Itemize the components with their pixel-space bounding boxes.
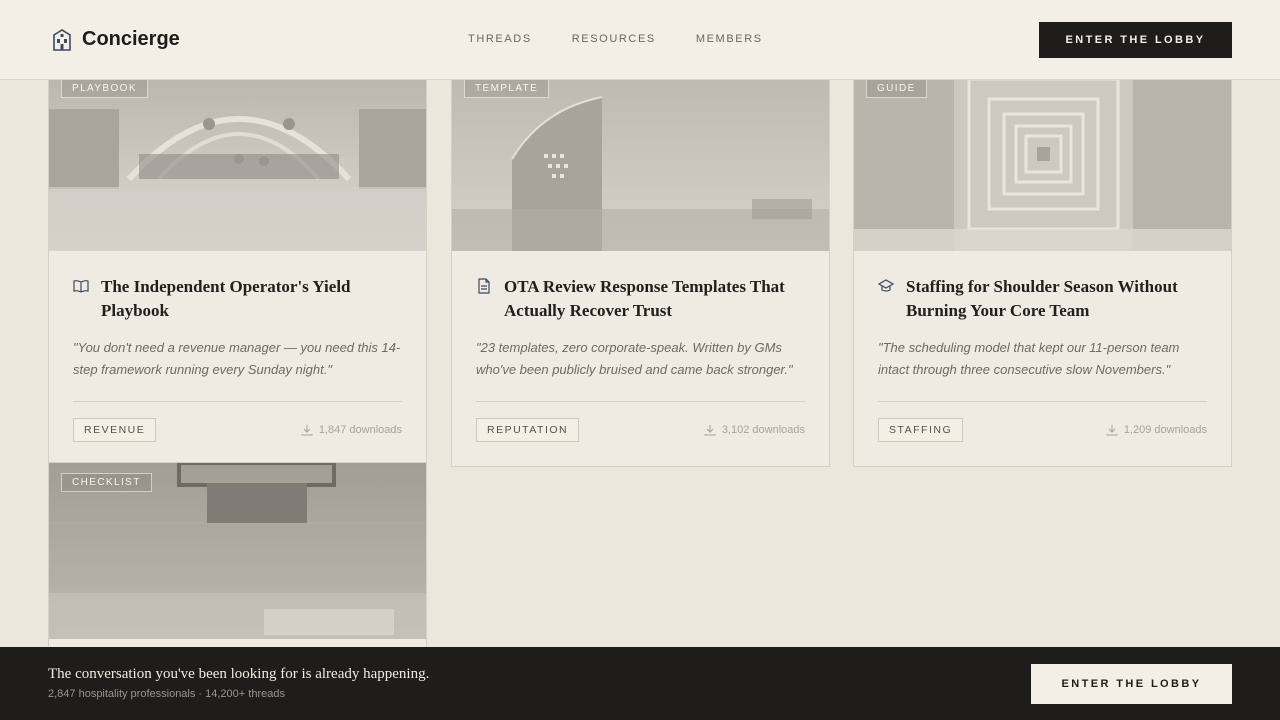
bottom-cta-bar: The conversation you've been looking for… bbox=[0, 647, 1280, 720]
category-pill[interactable]: STAFFING bbox=[878, 418, 964, 442]
cta-headline: The conversation you've been looking for… bbox=[48, 666, 430, 682]
download-count-label: 1,209 downloads bbox=[1123, 424, 1207, 436]
card-image-lobby: PLAYBOOK bbox=[49, 69, 426, 251]
category-pill[interactable]: REVENUE bbox=[73, 418, 157, 442]
graduation-cap-icon bbox=[878, 279, 894, 292]
site-header: Concierge THREADS RESOURCES MEMBERS ENTE… bbox=[0, 0, 1280, 80]
card-image-building: TEMPLATE bbox=[452, 69, 829, 251]
cta-stats: 2,847 hospitality professionals · 14,200… bbox=[48, 688, 285, 700]
resource-card[interactable]: TEMPLATE OTA Review Response Templates T… bbox=[451, 68, 830, 467]
card-image-hallway: GUIDE bbox=[854, 69, 1231, 251]
download-count-label: 1,847 downloads bbox=[318, 424, 402, 436]
card-quote: "The scheduling model that kept our 11-p… bbox=[878, 340, 1180, 377]
download-count: 1,209 downloads bbox=[1106, 424, 1207, 436]
card-title[interactable]: Staffing for Shoulder Season Without Bur… bbox=[906, 275, 1207, 323]
document-icon bbox=[478, 278, 490, 294]
resource-card[interactable]: GUIDE Staffing for Shoulder Season Witho… bbox=[853, 68, 1232, 467]
resource-card[interactable]: PLAYBOOK The Independent Operator's Yiel… bbox=[48, 68, 427, 467]
download-count-label: 3,102 downloads bbox=[721, 424, 805, 436]
category-pill[interactable]: REPUTATION bbox=[476, 418, 580, 442]
card-tag: TEMPLATE bbox=[464, 79, 550, 98]
download-icon bbox=[704, 425, 716, 436]
divider bbox=[476, 401, 805, 402]
card-title[interactable]: OTA Review Response Templates That Actua… bbox=[504, 275, 805, 323]
book-icon bbox=[73, 280, 89, 293]
brand[interactable]: Concierge bbox=[52, 28, 180, 51]
download-count: 3,102 downloads bbox=[704, 424, 805, 436]
card-image-desk: CHECKLIST bbox=[49, 463, 426, 639]
download-icon bbox=[301, 425, 313, 436]
enter-lobby-button[interactable]: ENTER THE LOBBY bbox=[1039, 22, 1232, 58]
divider bbox=[878, 401, 1207, 402]
resource-card[interactable]: CHECKLIST bbox=[48, 462, 427, 652]
card-title[interactable]: The Independent Operator's Yield Playboo… bbox=[101, 275, 402, 323]
nav-threads[interactable]: THREADS bbox=[468, 33, 532, 45]
brand-name: Concierge bbox=[82, 28, 180, 50]
card-quote: "You don't need a revenue manager — you … bbox=[73, 340, 401, 377]
enter-lobby-button-bottom[interactable]: ENTER THE LOBBY bbox=[1031, 664, 1232, 704]
nav-resources[interactable]: RESOURCES bbox=[572, 33, 656, 45]
card-tag: CHECKLIST bbox=[61, 473, 152, 492]
divider bbox=[73, 401, 402, 402]
nav-members[interactable]: MEMBERS bbox=[696, 33, 763, 45]
card-tag: PLAYBOOK bbox=[61, 79, 148, 98]
building-icon bbox=[53, 28, 71, 51]
main-nav: THREADS RESOURCES MEMBERS bbox=[468, 33, 763, 45]
download-icon bbox=[1106, 425, 1118, 436]
card-quote: "23 templates, zero corporate-speak. Wri… bbox=[476, 340, 793, 377]
download-count: 1,847 downloads bbox=[301, 424, 402, 436]
card-tag: GUIDE bbox=[866, 79, 927, 98]
